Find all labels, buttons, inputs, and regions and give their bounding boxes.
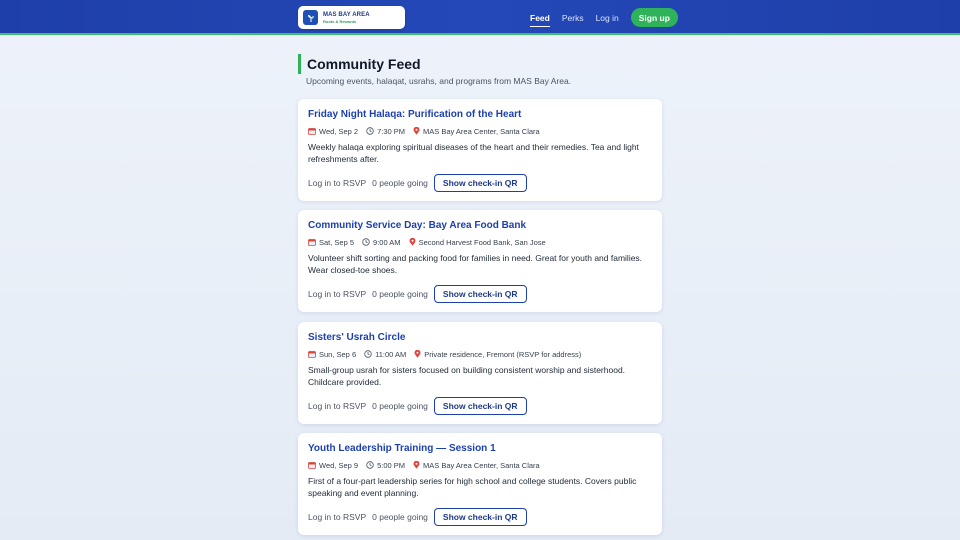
event-card: Sisters' Usrah Circle Sun, Sep 6 11:00 A… <box>298 322 662 424</box>
event-title[interactable]: Youth Leadership Training — Session 1 <box>308 443 652 455</box>
rsvp-login-prompt[interactable]: Log in to RSVP <box>308 401 366 411</box>
event-description: First of a four-part leadership series f… <box>308 476 637 498</box>
rsvp-login-prompt[interactable]: Log in to RSVP <box>308 178 366 188</box>
calendar-icon <box>308 128 316 135</box>
nav-login-link[interactable]: Log in <box>596 13 619 23</box>
pin-icon <box>413 461 420 469</box>
going-count: 0 people going <box>372 401 428 411</box>
going-count: 0 people going <box>372 512 428 522</box>
event-actions: Log in to RSVP 0 people going Show check… <box>308 285 527 303</box>
clock-icon <box>364 350 372 358</box>
brand-tagline: Roots & Rewards <box>323 18 357 24</box>
show-qr-button[interactable]: Show check-in QR <box>433 285 527 303</box>
event-date: Sat, Sep 5 <box>319 237 355 247</box>
event-meta: Sun, Sep 6 11:00 AM Private residence, F… <box>308 349 652 359</box>
event-location: MAS Bay Area Center, Santa Clara <box>423 460 540 470</box>
event-meta: Wed, Sep 2 7:30 PM MAS Bay Area Center, … <box>308 126 652 136</box>
brand-logo-link[interactable]: MAS BAY AREA Roots & Rewards <box>298 6 405 29</box>
clock-icon <box>366 127 374 135</box>
event-actions: Log in to RSVP 0 people going Show check… <box>308 174 527 192</box>
event-description: Weekly halaqa exploring spiritual diseas… <box>308 142 639 164</box>
event-meta: Sat, Sep 5 9:00 AM Second Harvest Food B… <box>308 237 652 247</box>
event-description: Volunteer shift sorting and packing food… <box>308 253 643 275</box>
calendar-icon <box>308 462 316 469</box>
pin-icon <box>409 238 416 246</box>
brand-name: MAS BAY AREA <box>323 11 370 18</box>
calendar-icon <box>308 239 316 246</box>
event-time: 5:00 PM <box>377 460 405 470</box>
show-qr-button[interactable]: Show check-in QR <box>433 174 527 192</box>
event-card: Friday Night Halaqa: Purification of the… <box>298 99 662 201</box>
event-time: 9:00 AM <box>373 237 401 247</box>
show-qr-button[interactable]: Show check-in QR <box>433 397 527 415</box>
event-location: Private residence, Fremont (RSVP for add… <box>424 349 582 359</box>
show-qr-button[interactable]: Show check-in QR <box>433 508 527 526</box>
event-time: 11:00 AM <box>375 349 407 359</box>
event-date: Sun, Sep 6 <box>319 349 357 359</box>
event-time: 7:30 PM <box>377 126 405 136</box>
event-description: Small-group usrah for sisters focused on… <box>308 365 626 387</box>
event-title[interactable]: Community Service Day: Bay Area Food Ban… <box>308 220 652 232</box>
main-nav: Feed Perks Log in Sign up <box>530 8 678 27</box>
event-location: Second Harvest Food Bank, San Jose <box>418 237 546 247</box>
event-title[interactable]: Sisters' Usrah Circle <box>308 332 652 344</box>
event-actions: Log in to RSVP 0 people going Show check… <box>308 508 527 526</box>
leaf-logo-icon <box>303 10 318 25</box>
event-date: Wed, Sep 9 <box>319 460 359 470</box>
calendar-icon <box>308 351 316 358</box>
event-date: Wed, Sep 2 <box>319 126 359 136</box>
rsvp-login-prompt[interactable]: Log in to RSVP <box>308 289 366 299</box>
event-card: Community Service Day: Bay Area Food Ban… <box>298 210 662 312</box>
rsvp-login-prompt[interactable]: Log in to RSVP <box>308 512 366 522</box>
event-location: MAS Bay Area Center, Santa Clara <box>423 126 540 136</box>
page-heading: Community Feed <box>298 54 421 74</box>
page-title: Community Feed <box>307 56 421 72</box>
event-card: Youth Leadership Training — Session 1 We… <box>298 433 662 535</box>
going-count: 0 people going <box>372 289 428 299</box>
going-count: 0 people going <box>372 178 428 188</box>
event-meta: Wed, Sep 9 5:00 PM MAS Bay Area Center, … <box>308 460 652 470</box>
event-actions: Log in to RSVP 0 people going Show check… <box>308 397 527 415</box>
page-subtitle: Upcoming events, halaqat, usrahs, and pr… <box>306 76 572 86</box>
signup-button[interactable]: Sign up <box>630 8 678 27</box>
clock-icon <box>366 461 374 469</box>
pin-icon <box>413 127 420 135</box>
nav-perks-link[interactable]: Perks <box>562 13 584 23</box>
event-title[interactable]: Friday Night Halaqa: Purification of the… <box>308 109 652 121</box>
clock-icon <box>362 238 370 246</box>
pin-icon <box>414 350 421 358</box>
top-navbar: MAS BAY AREA Roots & Rewards Feed Perks … <box>0 0 960 35</box>
nav-feed-link[interactable]: Feed <box>530 13 550 27</box>
